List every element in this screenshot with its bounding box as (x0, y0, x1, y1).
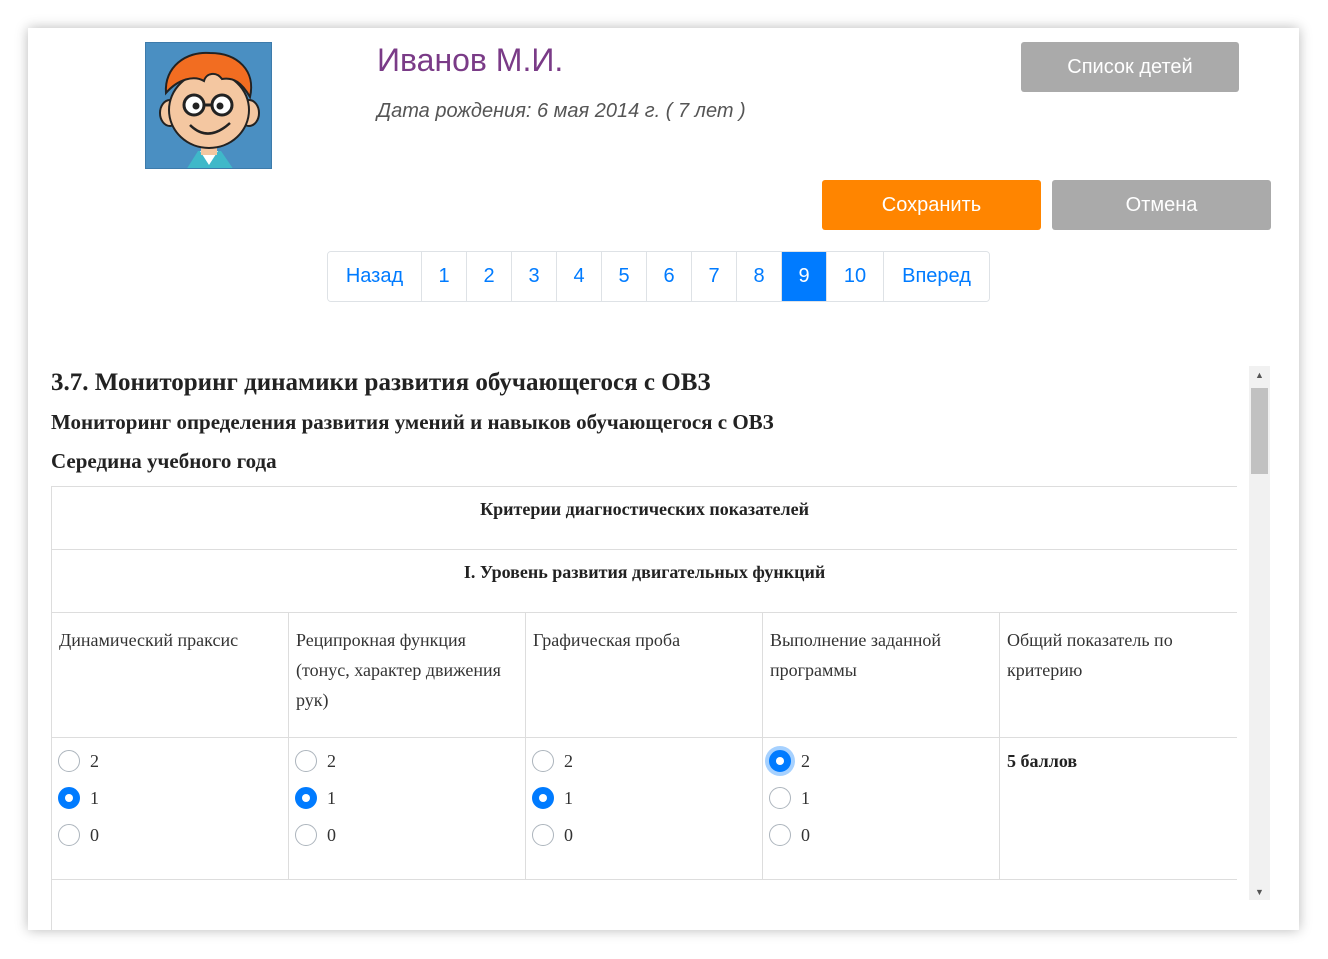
radio-group-program-execution: 2 1 0 (762, 737, 1000, 880)
page-link-10[interactable]: 10 (827, 252, 884, 301)
child-name: Иванов М.И. (377, 42, 564, 78)
scroll-down-arrow-icon[interactable]: ▼ (1249, 883, 1270, 900)
save-button[interactable]: Сохранить (822, 180, 1041, 230)
child-card: Иванов М.И. Дата рождения: 6 мая 2014 г.… (28, 28, 1299, 930)
radio-option[interactable]: 1 (295, 779, 519, 816)
radio-button[interactable] (532, 749, 554, 772)
criteria-header: Критерии диагностических показателей (51, 486, 1237, 550)
radio-option[interactable]: 0 (58, 816, 282, 853)
radio-button-selected[interactable] (532, 786, 554, 809)
radio-group-dynamic-praxis: 2 1 0 (51, 737, 289, 880)
radio-option[interactable]: 2 (532, 742, 756, 779)
scroll-up-arrow-icon[interactable]: ▲ (1249, 366, 1270, 383)
page-back[interactable]: Назад (328, 252, 422, 301)
radio-option[interactable]: 0 (295, 816, 519, 853)
total-score: 5 баллов (1007, 751, 1078, 771)
column-header-graphic-test: Графическая проба (525, 612, 763, 738)
radio-button[interactable] (58, 749, 80, 772)
criteria-table: Критерии диагностических показателей I. … (51, 486, 1237, 930)
page-link-7[interactable]: 7 (692, 252, 737, 301)
radio-button[interactable] (769, 823, 791, 846)
radio-button-selected[interactable] (58, 786, 80, 809)
column-header-program-execution: Выполнение заданной программы (762, 612, 1000, 738)
radio-option[interactable]: 1 (58, 779, 282, 816)
radio-button[interactable] (769, 786, 791, 809)
page-link-9[interactable]: 9 (782, 252, 827, 301)
page-link-3[interactable]: 3 (512, 252, 557, 301)
radio-button[interactable] (58, 823, 80, 846)
page-link-1[interactable]: 1 (422, 252, 467, 301)
pagination: Назад 1 2 3 4 5 6 7 8 9 10 Вперед (327, 251, 990, 302)
page-next[interactable]: Вперед (884, 252, 989, 301)
column-header-total: Общий показатель по критерию (998, 612, 1237, 738)
radio-group-reciprocal-function: 2 1 0 (288, 737, 526, 880)
page-link-2[interactable]: 2 (467, 252, 512, 301)
period-title: Середина учебного года (51, 449, 277, 473)
radio-option[interactable]: 2 (769, 742, 993, 779)
next-group-row (51, 879, 1237, 930)
radio-option[interactable]: 1 (532, 779, 756, 816)
radio-button-selected[interactable] (295, 786, 317, 809)
scrollbar-thumb[interactable] (1251, 388, 1268, 474)
page-link-8[interactable]: 8 (737, 252, 782, 301)
content-scrollbar[interactable]: ▲ ▼ (1249, 366, 1270, 900)
section-title: 3.7. Мониторинг динамики развития обучаю… (51, 369, 711, 396)
radio-button[interactable] (295, 749, 317, 772)
radio-button[interactable] (295, 823, 317, 846)
radio-button[interactable] (532, 823, 554, 846)
page-link-4[interactable]: 4 (557, 252, 602, 301)
boy-avatar-icon (146, 43, 271, 168)
radio-option[interactable]: 2 (295, 742, 519, 779)
child-avatar (145, 42, 272, 169)
cancel-button[interactable]: Отмена (1052, 180, 1271, 230)
children-list-button[interactable]: Список детей (1021, 42, 1239, 92)
radio-option[interactable]: 1 (769, 779, 993, 816)
total-score-cell: 5 баллов (998, 737, 1237, 880)
group-header-motor: I. Уровень развития двигательных функций (51, 549, 1237, 613)
radio-option[interactable]: 0 (532, 816, 756, 853)
child-birthdate: Дата рождения: 6 мая 2014 г. ( 7 лет ) (377, 100, 746, 122)
radio-button-selected[interactable] (769, 749, 791, 772)
radio-group-graphic-test: 2 1 0 (525, 737, 763, 880)
page-link-5[interactable]: 5 (602, 252, 647, 301)
section-subtitle: Мониторинг определения развития умений и… (51, 410, 774, 434)
radio-option[interactable]: 0 (769, 816, 993, 853)
column-header-dynamic-praxis: Динамический праксис (51, 612, 289, 738)
form-content: 3.7. Мониторинг динамики развития обучаю… (51, 365, 1237, 930)
page-link-6[interactable]: 6 (647, 252, 692, 301)
column-header-reciprocal-function: Реципрокная функция (тонус, характер дви… (288, 612, 526, 738)
radio-option[interactable]: 2 (58, 742, 282, 779)
